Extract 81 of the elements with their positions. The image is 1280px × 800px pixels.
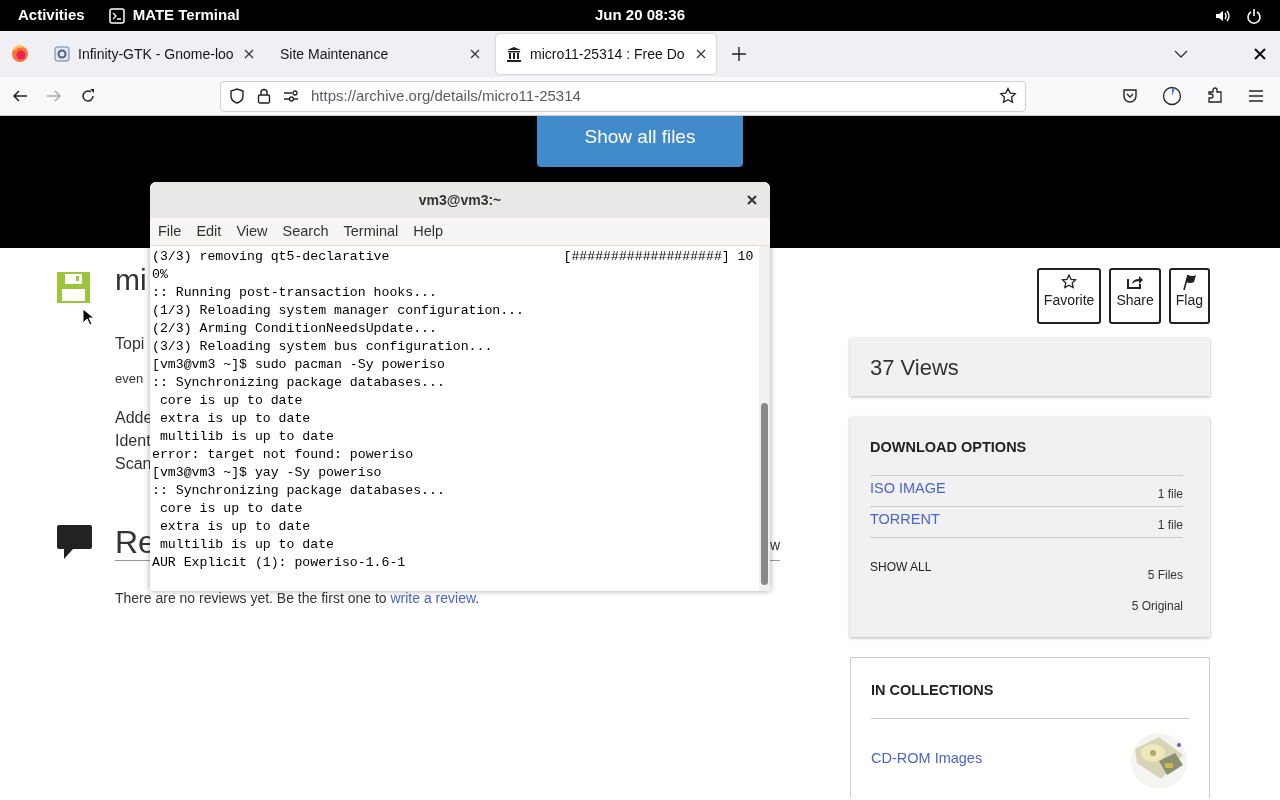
sliders-icon[interactable] (283, 89, 299, 103)
star-icon (1061, 274, 1078, 290)
chevron-down-icon[interactable] (1174, 49, 1188, 59)
new-tab-icon[interactable] (732, 47, 746, 61)
write-review-link[interactable]: w (769, 535, 780, 556)
pocket-icon[interactable] (1122, 88, 1138, 104)
close-icon[interactable] (244, 49, 254, 59)
download-link[interactable]: ISO IMAGE (870, 477, 946, 500)
terminal-line: multilib is up to date (158, 428, 336, 446)
terminal-line: (2/3) Arming ConditionNeedsUpdate... (152, 320, 438, 338)
terminal-line: core is up to date (158, 500, 304, 518)
file-count: 1 file (1157, 516, 1183, 534)
browser-tab[interactable]: Infinity-GTK - Gnome-loo (44, 34, 264, 74)
close-icon[interactable] (696, 49, 706, 59)
power-icon[interactable] (1246, 7, 1262, 24)
file-count: 1 file (1157, 485, 1183, 503)
close-icon[interactable] (747, 195, 757, 205)
browser-tab[interactable]: micro11-25314 : Free Do (496, 34, 716, 74)
terminal-line: extra is up to date (158, 410, 312, 428)
section-heading: DOWNLOAD OPTIONS (870, 438, 1028, 457)
speech-bubble-icon (57, 525, 92, 560)
reviews-text: There are no reviews yet. Be the first one to write a review. (115, 589, 481, 608)
reload-icon[interactable] (80, 88, 96, 104)
terminal-line: (1/3) Reloading system manager configuration... (152, 302, 525, 320)
building-icon (506, 46, 522, 62)
shield-icon[interactable] (229, 88, 245, 104)
menu-icon[interactable] (1248, 89, 1264, 103)
menu-item[interactable]: Help (413, 220, 452, 243)
terminal-line: core is up to date (158, 392, 304, 410)
section-heading: IN COLLECTIONS (871, 680, 1189, 719)
terminal-line: error: target not found: poweriso (152, 446, 415, 464)
terminal-line: extra is up to date (158, 518, 312, 536)
metadata-text: Topi (115, 334, 146, 353)
menu-item[interactable]: Search (282, 220, 337, 243)
browser-tab[interactable]: Site Maintenance (270, 34, 490, 74)
menu-item[interactable]: Edit (196, 220, 230, 243)
action-button[interactable]: Favorite (1036, 268, 1102, 324)
file-count: 5 Files (1146, 566, 1183, 584)
star-icon[interactable] (999, 87, 1017, 105)
close-icon[interactable] (1254, 48, 1266, 60)
collection-link[interactable]: CD-ROM Images (871, 747, 983, 770)
menu-item[interactable]: View (236, 220, 276, 243)
menu-item[interactable]: Terminal (343, 220, 407, 243)
terminal-line: multilib is up to date (158, 536, 336, 554)
back-icon[interactable] (12, 88, 28, 104)
action-button[interactable]: Flag (1168, 268, 1210, 324)
terminal-line: [vm3@vm3 ~]$ yay -Sy poweriso (152, 464, 383, 482)
download-link[interactable]: TORRENT (870, 508, 940, 531)
clock[interactable]: Jun 20 08:36 (594, 6, 686, 24)
terminal-line: :: Synchronizing package databases... (152, 374, 446, 392)
puzzle-icon[interactable] (1206, 87, 1224, 105)
file-count: 5 Original (1131, 597, 1183, 615)
close-icon[interactable] (470, 49, 480, 59)
share-icon (1127, 274, 1144, 290)
terminal-line: :: Running post-transaction hooks... (152, 284, 438, 302)
mouse-pointer-icon (82, 308, 94, 326)
action-button[interactable]: Share (1109, 268, 1161, 324)
terminal-line: AUR Explicit (1): poweriso-1.6-1 (152, 554, 407, 572)
terminal-line: 0% (152, 266, 169, 284)
metadata-text: even (115, 370, 145, 388)
item-title: mi (115, 262, 148, 298)
activities-button[interactable]: Activities (18, 4, 85, 27)
terminal-line: :: Synchronizing package databases... (152, 482, 446, 500)
metadata-text: Ident (115, 431, 152, 450)
lock-icon[interactable] (257, 88, 271, 104)
views-count: 37 Views (870, 353, 959, 382)
window-title: vm3@vm3:~ (418, 190, 502, 210)
terminal-icon (108, 7, 125, 24)
menu-item[interactable]: File (158, 220, 190, 243)
metadata-text: Scan (115, 454, 153, 473)
terminal-line: (3/3) Reloading system bus configuration... (152, 338, 494, 356)
app-menu[interactable]: MATE Terminal (132, 4, 240, 27)
show-all-link[interactable]: SHOW ALL (870, 557, 932, 615)
terminal-line: [vm3@vm3 ~]$ sudo pacman -Sy poweriso (152, 356, 446, 374)
account-icon[interactable] (1162, 86, 1182, 106)
browser-logo-icon[interactable] (10, 44, 30, 64)
scrollbar-thumb[interactable] (761, 403, 768, 585)
show-all-files-button[interactable]: Show all files (537, 116, 743, 167)
metadata-text: Adde (115, 408, 153, 427)
terminal-line: (3/3) removing qt5-declarative [###################] 10 (152, 248, 755, 266)
flag-icon (1181, 274, 1198, 290)
